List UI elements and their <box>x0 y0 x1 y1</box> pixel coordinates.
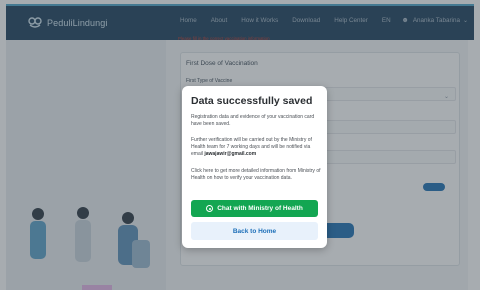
chat-ministry-button[interactable]: Chat with Ministry of Health <box>191 200 318 217</box>
home-button-label: Back to Home <box>232 227 277 235</box>
success-modal: Data successfully saved Registration dat… <box>182 86 327 248</box>
whatsapp-icon <box>206 205 214 212</box>
saved-message: Registration data and evidence of your v… <box>191 114 315 127</box>
chat-button-label: Chat with Ministry of Health <box>217 205 303 212</box>
back-to-home-button[interactable]: Back to Home <box>191 222 318 240</box>
verification-message: Further verification will be carried out… <box>191 137 321 158</box>
modal-title: Data successfully saved <box>191 95 313 107</box>
email-address: jawajawir@gmail.com <box>204 151 257 157</box>
info-link-text[interactable]: Click here to get more detailed informat… <box>191 168 321 182</box>
page: PeduliLindungi Home About How it Works D… <box>0 0 480 290</box>
